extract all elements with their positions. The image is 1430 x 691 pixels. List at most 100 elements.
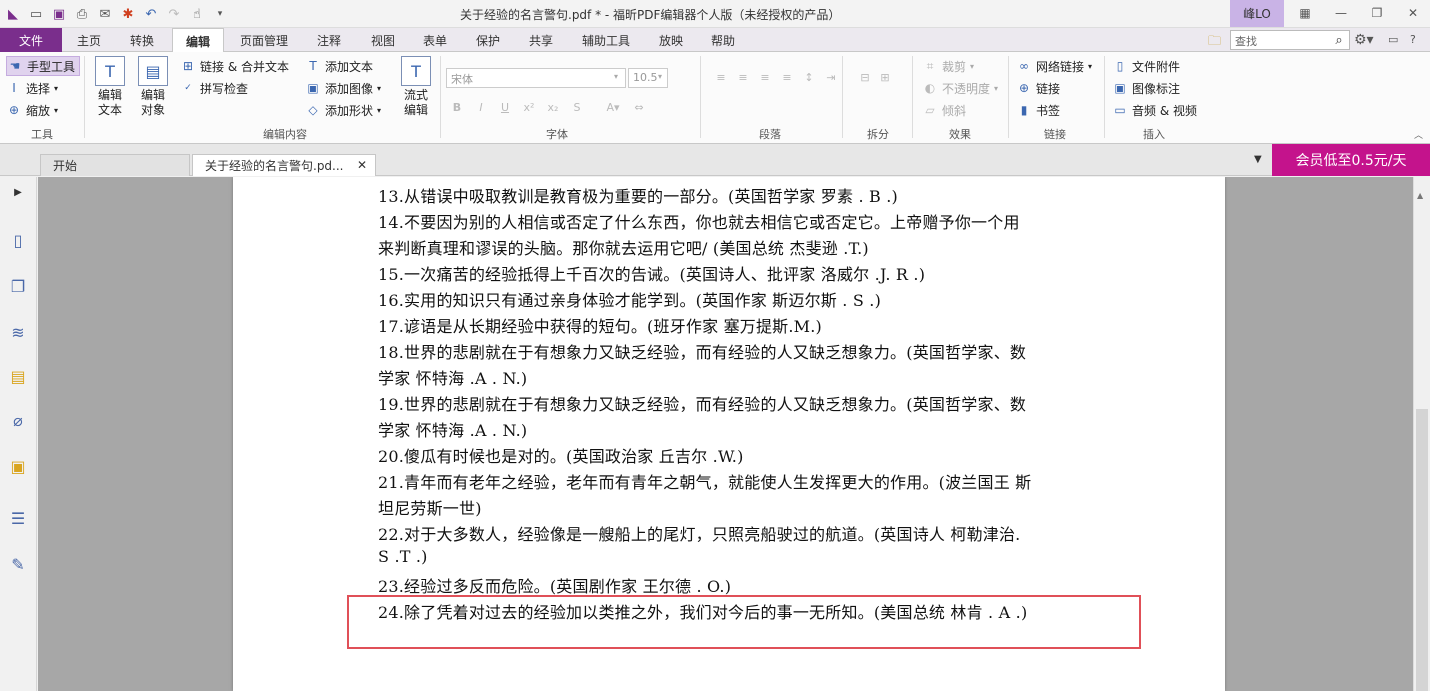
customize-dropdown-icon[interactable]: ▾ — [211, 5, 229, 23]
search-icon[interactable]: ⌕ — [1330, 31, 1348, 49]
expand-panel-icon[interactable]: ▶ — [7, 181, 29, 203]
weblink-button[interactable]: ∞ 网络链接 ▾ — [1016, 56, 1092, 76]
add-text-button[interactable]: T 添加文本 — [305, 56, 373, 76]
tab-convert[interactable]: 转换 — [118, 28, 166, 52]
tab-accessibility[interactable]: 辅助工具 — [572, 28, 640, 52]
highlight-annotation-box[interactable] — [347, 595, 1141, 649]
text-line[interactable]: 22.对于大多数人，经验像是一艘船上的尾灯，只照亮船驶过的航道。(英国诗人 柯勒… — [378, 521, 1020, 545]
select-button[interactable]: Ⅰ 选择 ▾ — [6, 78, 58, 98]
undo-icon[interactable]: ↶ — [142, 5, 160, 23]
strikethrough-icon[interactable]: S — [568, 98, 586, 116]
close-icon[interactable]: ✕ — [1398, 3, 1428, 23]
add-image-button[interactable]: ▣ 添加图像 ▾ — [305, 78, 381, 98]
edit-object-button[interactable]: ▤ 编辑 对象 — [132, 56, 174, 122]
minimize-icon[interactable]: — — [1326, 3, 1356, 23]
file-attachment-button[interactable]: ▯ 文件附件 — [1112, 56, 1180, 76]
tab-start[interactable]: 开始 — [40, 154, 190, 176]
help-icon[interactable]: ? — [1410, 33, 1416, 46]
zoom-button[interactable]: ⊕ 缩放 ▾ — [6, 100, 58, 120]
close-tab-icon[interactable]: ✕ — [357, 158, 367, 172]
split-icon[interactable]: ⊟ — [856, 68, 874, 86]
text-line[interactable]: 16.实用的知识只有通过亲身体验才能学到。(英国作家 斯迈尔斯 . S .) — [378, 287, 881, 311]
align-right-icon[interactable]: ≡ — [756, 68, 774, 86]
redo-icon[interactable]: ↷ — [165, 5, 183, 23]
tab-edit[interactable]: 编辑 — [172, 28, 224, 53]
pages-icon[interactable]: ▯ — [7, 229, 29, 251]
text-line[interactable]: 15.一次痛苦的经验抵得上千百次的告诫。(英国诗人、批评家 洛威尔 .J. R … — [378, 261, 925, 285]
tab-view[interactable]: 视图 — [360, 28, 406, 52]
restore-icon[interactable]: ❐ — [1362, 3, 1392, 23]
text-line[interactable]: 23.经验过多反而危险。(英国剧作家 王尔德 . O.) — [378, 573, 731, 597]
security-lock-icon[interactable]: ▣ — [7, 455, 29, 477]
text-line[interactable]: 18.世界的悲剧就在于有想象力又缺乏经验，而有经验的人又缺乏想象力。(英国哲学家… — [378, 339, 1026, 363]
settings-gear-icon[interactable]: ⚙▾ — [1354, 32, 1374, 48]
text-color-icon[interactable]: A▾ — [604, 98, 622, 116]
tab-list-dropdown-icon[interactable]: ▼ — [1254, 154, 1268, 168]
text-line[interactable]: 17.谚语是从长期经验中获得的短句。(班牙作家 塞万提斯.M.) — [378, 313, 822, 337]
bookmark-button[interactable]: ▮ 书签 — [1016, 100, 1060, 120]
email-icon[interactable]: ✉ — [96, 5, 114, 23]
image-annotation-button[interactable]: ▣ 图像标注 — [1112, 78, 1180, 98]
comments-icon[interactable]: ▤ — [7, 365, 29, 387]
flow-edit-button[interactable]: T 流式 编辑 — [396, 56, 436, 122]
align-left-icon[interactable]: ≡ — [712, 68, 730, 86]
text-line[interactable]: 19.世界的悲剧就在于有想象力又缺乏经验，而有经验的人又缺乏想象力。(英国哲学家… — [378, 391, 1026, 415]
font-name-dropdown-icon[interactable]: ▾ — [614, 72, 618, 81]
tab-file[interactable]: 文件 — [0, 28, 62, 52]
vertical-scrollbar[interactable]: ▲ — [1413, 177, 1430, 691]
text-line[interactable]: 13.从错误中吸取教训是教育极为重要的一部分。(英国哲学家 罗素 . B .) — [378, 183, 898, 207]
link-button[interactable]: ⊕ 链接 — [1016, 78, 1060, 98]
document-viewport[interactable]: 13.从错误中吸取教训是教育极为重要的一部分。(英国哲学家 罗素 . B .) … — [38, 177, 1413, 691]
italic-icon[interactable]: I — [472, 98, 490, 116]
tab-comment[interactable]: 注释 — [306, 28, 352, 52]
ribbon-options-icon[interactable]: ▭ — [1388, 33, 1398, 46]
skew-button[interactable]: ▱ 倾斜 — [922, 100, 966, 120]
bold-icon[interactable]: B — [448, 98, 466, 116]
add-shape-button[interactable]: ◇ 添加形状 ▾ — [305, 100, 381, 120]
edit-text-button[interactable]: T 编辑 文本 — [90, 56, 130, 122]
signature-icon[interactable]: ✎ — [7, 553, 29, 575]
line-spacing-icon[interactable]: ↕ — [800, 68, 818, 86]
tab-slideshow[interactable]: 放映 — [648, 28, 694, 52]
print-icon[interactable]: ⎙ — [73, 5, 91, 23]
tab-home[interactable]: 主页 — [66, 28, 112, 52]
user-account[interactable]: 峰LO — [1230, 0, 1284, 27]
hand-tool-icon[interactable]: ☝ — [188, 5, 206, 23]
tab-protect[interactable]: 保护 — [465, 28, 511, 52]
layers-copy-icon[interactable]: ❐ — [7, 275, 29, 297]
text-line[interactable]: S .T .) — [378, 547, 428, 566]
merge-icon[interactable]: ⊞ — [876, 68, 894, 86]
superscript-icon[interactable]: x² — [520, 98, 538, 116]
folder-search-icon[interactable]: 🗀 — [1208, 32, 1221, 54]
tab-share[interactable]: 共享 — [518, 28, 564, 52]
form-fields-icon[interactable]: ☰ — [7, 507, 29, 529]
indent-icon[interactable]: ⇥ — [822, 68, 840, 86]
subscript-icon[interactable]: x₂ — [544, 98, 562, 116]
text-line[interactable]: 14.不要因为别的人相信或否定了什么东西，你也就去相信它或否定它。上帝赠予你一个… — [378, 209, 1020, 233]
text-line[interactable]: 学家 怀特海 .A . N.) — [378, 365, 527, 389]
tab-page-management[interactable]: 页面管理 — [230, 28, 298, 52]
grid-icon[interactable]: ▦ — [1290, 3, 1320, 23]
open-icon[interactable]: ▭ — [27, 5, 45, 23]
spellcheck-button[interactable]: ✓ 拼写检查 — [180, 78, 248, 98]
text-line[interactable]: 来判断真理和谬误的头脑。那你就去运用它吧/ (美国总统 杰斐逊 .T.) — [378, 235, 869, 259]
align-justify-icon[interactable]: ≡ — [778, 68, 796, 86]
layers-icon[interactable]: ≋ — [7, 321, 29, 343]
tab-form[interactable]: 表单 — [412, 28, 458, 52]
text-line[interactable]: 20.傻瓜有时候也是对的。(英国政治家 丘吉尔 .W.) — [378, 443, 744, 467]
font-name-select[interactable]: 宋体 — [446, 68, 626, 88]
text-line[interactable]: 坦尼劳斯一世) — [378, 495, 482, 519]
new-icon[interactable]: ✱ — [119, 5, 137, 23]
collapse-ribbon-icon[interactable]: ︿ — [1414, 128, 1423, 141]
link-merge-text-button[interactable]: ⊞ 链接 & 合并文本 — [180, 56, 289, 76]
audio-video-button[interactable]: ▭ 音频 & 视频 — [1112, 100, 1197, 120]
char-spacing-icon[interactable]: ⇔ — [630, 98, 648, 116]
crop-button[interactable]: ⌗ 裁剪 ▾ — [922, 56, 974, 76]
text-line[interactable]: 21.青年而有老年之经验，老年而有青年之朝气，就能使人生发挥更大的作用。(波兰国… — [378, 469, 1031, 493]
tab-help[interactable]: 帮助 — [700, 28, 746, 52]
scroll-up-icon[interactable]: ▲ — [1417, 191, 1423, 200]
align-center-icon[interactable]: ≡ — [734, 68, 752, 86]
attachment-icon[interactable]: ⌀ — [7, 409, 29, 431]
hand-tool-button[interactable]: ☚ 手型工具 — [6, 56, 80, 76]
scrollbar-thumb[interactable] — [1416, 409, 1428, 691]
